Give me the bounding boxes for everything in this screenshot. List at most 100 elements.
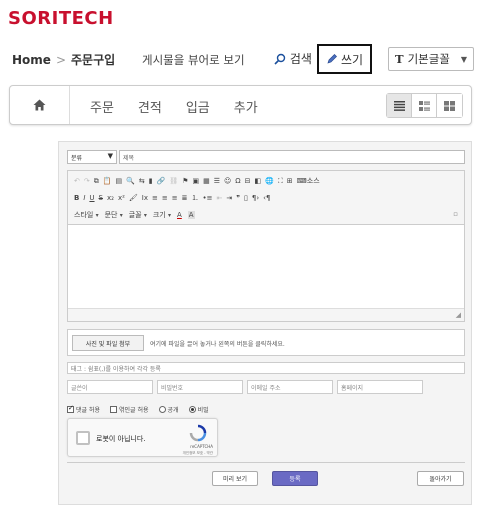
smiley-icon[interactable]: ☺	[224, 177, 231, 185]
align-center-icon[interactable]: ≡	[162, 194, 168, 202]
source-button[interactable]: ⌨소스	[297, 176, 320, 186]
recaptcha-checkbox[interactable]	[76, 431, 90, 445]
search-button[interactable]: 검색	[274, 50, 312, 67]
align-right-icon[interactable]: ≡	[172, 194, 178, 202]
tag-input[interactable]: 태그 : 쉼표(,)를 이용하여 각각 등록	[67, 362, 465, 374]
numbered-list-icon[interactable]: ⒈	[192, 193, 199, 203]
homepage-input[interactable]: 홈페이지	[337, 380, 423, 394]
iframe-icon[interactable]: ◧	[255, 177, 262, 185]
special-char-icon[interactable]: Ω	[235, 177, 240, 185]
find-icon[interactable]: 🔍	[126, 177, 135, 185]
email-input[interactable]: 이메일 주소	[247, 380, 333, 394]
blockquote-icon[interactable]: ❞	[236, 194, 240, 202]
page-break-icon[interactable]: ⊟	[245, 177, 251, 185]
title-input[interactable]: 제목	[119, 150, 465, 164]
strike-icon[interactable]: S	[99, 194, 103, 202]
replace-icon[interactable]: ⇆	[139, 177, 145, 185]
attach-file-button[interactable]: 사진 및 파일 첨부	[72, 335, 144, 351]
secret-radio[interactable]	[188, 406, 196, 413]
undo-icon[interactable]: ↶	[74, 177, 80, 185]
table-icon[interactable]: ▦	[203, 177, 210, 185]
back-button[interactable]: 돌아가기	[417, 471, 464, 486]
detail-view-icon	[418, 100, 430, 111]
tab-deposit[interactable]: 입금	[186, 97, 210, 116]
anchor-flag-icon[interactable]: ⚑	[182, 177, 188, 185]
tab-extra[interactable]: 추가	[234, 97, 258, 116]
paste-text-icon[interactable]: ▤	[115, 177, 122, 185]
board-nav: 주문 견적 입금 추가	[9, 85, 472, 125]
breadcrumb-current[interactable]: 주문구입	[71, 53, 115, 67]
globe-icon[interactable]: 🌐	[265, 177, 274, 185]
tab-estimate[interactable]: 견적	[138, 97, 162, 116]
recaptcha-label: 로봇이 아닙니다.	[96, 435, 146, 443]
div-icon[interactable]: ▯	[244, 194, 248, 202]
subscript-icon[interactable]: x₂	[107, 194, 114, 202]
ltr-icon[interactable]: ¶›	[252, 194, 259, 202]
category-tabs: 주문 견적 입금 추가	[90, 97, 258, 116]
editor-content-area[interactable]	[68, 225, 464, 309]
collapse-toolbar-icon[interactable]: ▫	[453, 210, 458, 218]
home-button[interactable]	[10, 86, 70, 124]
author-input[interactable]: 글쓴이	[67, 380, 153, 394]
image-icon[interactable]: ▣	[192, 177, 199, 185]
horizontal-rule-icon[interactable]: ☰	[214, 177, 220, 185]
align-left-icon[interactable]: ≡	[152, 194, 158, 202]
list-view-icon	[393, 100, 405, 111]
bg-color-icon[interactable]: A	[187, 211, 195, 219]
breadcrumb-separator: >	[55, 53, 66, 67]
maximize-icon[interactable]: ⛶	[278, 177, 283, 186]
write-form: 분류 ▼ 제목 ↶ ↷ ⧉ 📋 ▤ 🔍 ⇆ ▮ 🔗 ⛓ ⚑ ▣ ▦ ☰ ☺ Ω …	[58, 141, 472, 505]
allow-trackback-label: 엮인글 허용	[119, 407, 149, 414]
attach-file-button-label: 사진 및 파일 첨부	[85, 340, 131, 348]
site-logo[interactable]: SORITECH	[8, 8, 114, 29]
size-dropdown[interactable]: 크기 ▾	[153, 210, 171, 220]
grid-view-button[interactable]	[437, 94, 462, 117]
list-view-button[interactable]	[387, 94, 412, 117]
redo-icon[interactable]: ↷	[84, 177, 90, 185]
submit-button[interactable]: 등록	[272, 471, 318, 486]
allow-trackback-checkbox[interactable]	[110, 406, 117, 413]
outdent-icon[interactable]: ⇤	[217, 194, 223, 202]
public-radio[interactable]	[158, 406, 166, 413]
back-button-label: 돌아가기	[429, 476, 452, 483]
style-dropdown[interactable]: 스타일 ▾	[74, 210, 99, 220]
file-upload-area[interactable]: 사진 및 파일 첨부 여기에 파일을 끌어 놓거나 왼쪽의 버튼을 클릭하세요.	[67, 329, 465, 356]
format-dropdown[interactable]: 문단 ▾	[105, 210, 123, 220]
align-justify-icon[interactable]: ≣	[182, 194, 188, 202]
unlink-icon[interactable]: ⛓	[169, 177, 178, 185]
category-select[interactable]: 분류 ▼	[67, 150, 117, 164]
bullet-list-icon[interactable]: •≡	[203, 194, 213, 202]
underline-icon[interactable]: U	[89, 194, 94, 202]
recaptcha-terms[interactable]: 개인정보 보호 - 약관	[183, 451, 213, 456]
indent-icon[interactable]: ⇥	[226, 194, 232, 202]
board-view-link[interactable]: 게시물을 뷰어로 보기	[142, 52, 245, 68]
comment-icon[interactable]: ▮	[149, 177, 153, 185]
remove-format-icon[interactable]: Ix	[142, 194, 148, 202]
bold-icon[interactable]: B	[74, 194, 79, 202]
write-button[interactable]: 쓰기	[317, 44, 372, 74]
breadcrumb-home[interactable]: Home	[12, 53, 51, 67]
grid-view-icon	[444, 100, 455, 111]
detail-view-button[interactable]	[412, 94, 437, 117]
brush-icon[interactable]: 🖌	[129, 194, 138, 202]
link-icon[interactable]: 🔗	[157, 177, 166, 185]
write-button-label: 쓰기	[340, 52, 364, 67]
font-dropdown[interactable]: 글꼴 ▾	[129, 210, 147, 220]
italic-icon[interactable]: I	[83, 194, 85, 202]
allow-trackback-option[interactable]: 엮인글 허용	[110, 405, 149, 414]
superscript-icon[interactable]: x²	[118, 194, 125, 202]
allow-comments-option[interactable]: 댓글 허용	[67, 404, 100, 414]
secret-option[interactable]: 비밀	[188, 405, 209, 414]
password-input[interactable]: 비밀번호	[157, 380, 243, 394]
copy-icon[interactable]: ⧉	[94, 177, 99, 186]
show-blocks-icon[interactable]: ⊞	[287, 177, 293, 185]
rtl-icon[interactable]: ‹¶	[263, 194, 270, 202]
preview-button[interactable]: 미리 보기	[212, 471, 258, 486]
text-color-icon[interactable]: A	[177, 211, 182, 219]
font-select[interactable]: T 기본글꼴 ▼	[388, 47, 474, 71]
paste-icon[interactable]: 📋	[103, 177, 112, 185]
tab-order[interactable]: 주문	[90, 97, 114, 116]
public-option[interactable]: 공개	[158, 405, 179, 414]
resize-handle-icon[interactable]: ◢	[456, 311, 461, 319]
allow-comments-checkbox[interactable]	[67, 404, 74, 413]
